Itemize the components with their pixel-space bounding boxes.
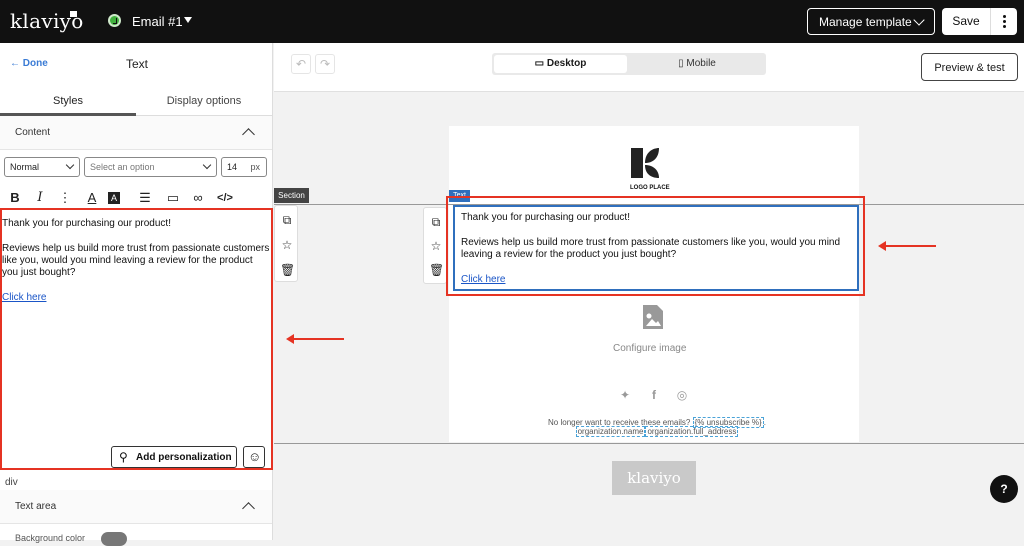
arrow-head-icon: [286, 334, 294, 344]
preview-test-button[interactable]: Preview & test: [921, 53, 1018, 81]
arrow-left-icon: ←: [10, 58, 20, 69]
desktop-label: Desktop: [546, 58, 587, 69]
mobile-view-button[interactable]: ▯ Mobile: [630, 55, 764, 73]
trash-icon[interactable]: 🗑: [429, 263, 444, 277]
text-editor[interactable]: Thank you for purchasing our product! Re…: [0, 208, 273, 470]
editor-link[interactable]: Click here: [2, 292, 46, 303]
monitor-icon: ▭: [534, 58, 547, 69]
duplicate-icon[interactable]: ⧉: [280, 213, 294, 227]
star-icon[interactable]: ☆: [280, 238, 294, 252]
manage-template-label: Manage template: [819, 15, 912, 29]
block-toolbar: ⧉ ☆ 🗑: [423, 207, 447, 284]
tab-display-options[interactable]: Display options: [136, 87, 272, 116]
paragraph-style-value: Normal: [10, 162, 40, 172]
facebook-icon[interactable]: f: [647, 388, 661, 402]
background-color-label: Background color: [15, 533, 86, 543]
bold-icon[interactable]: B: [6, 189, 24, 207]
link-icon[interactable]: ∞: [189, 189, 207, 207]
desktop-view-button[interactable]: ▭ Desktop: [494, 55, 627, 73]
element-path: div: [5, 477, 18, 488]
annotation-box: [446, 196, 865, 296]
person-icon: ⚲: [119, 450, 128, 464]
unsubscribe-period: .: [763, 418, 766, 427]
chevron-down-icon: [202, 160, 212, 170]
italic-icon[interactable]: I: [31, 189, 49, 207]
tab-styles[interactable]: Styles: [0, 87, 136, 116]
status-live-icon: [108, 14, 121, 27]
kebab-icon: [1003, 20, 1006, 23]
highlight-color-icon[interactable]: A: [108, 192, 120, 204]
image-icon[interactable]: ▭: [164, 189, 182, 207]
chevron-down-icon[interactable]: [184, 17, 192, 23]
font-family-select[interactable]: Select an option: [84, 157, 217, 177]
add-personalization-button[interactable]: ⚲ Add personalization: [111, 446, 237, 468]
font-size-input[interactable]: 14 px: [221, 157, 267, 177]
help-button[interactable]: ?: [990, 475, 1018, 503]
editor-line-2: Reviews help us build more trust from pa…: [2, 243, 270, 278]
org-name-tag[interactable]: organization.name: [575, 426, 646, 437]
redo-icon[interactable]: ↷: [315, 54, 335, 74]
mobile-label: Mobile: [686, 58, 716, 69]
paragraph-style-select[interactable]: Normal: [4, 157, 80, 177]
annotation-arrow: [878, 241, 936, 251]
instagram-icon[interactable]: ◎: [675, 388, 689, 402]
twitter-icon[interactable]: ✦: [618, 388, 632, 402]
arrow-head-icon: [878, 241, 886, 251]
annotation-arrow: [286, 334, 344, 344]
klaviyo-footer-badge: klaviyo: [612, 461, 696, 495]
undo-icon[interactable]: ↶: [291, 54, 311, 74]
org-address-tag[interactable]: organization.full_address: [645, 426, 739, 437]
editor-line-1: Thank you for purchasing our product!: [2, 218, 171, 229]
text-area-label: Text area: [15, 501, 57, 512]
section-tag: Section: [274, 188, 309, 203]
logo-placeholder-icon[interactable]: [629, 146, 677, 182]
email-name[interactable]: Email #1: [132, 14, 183, 29]
trash-icon[interactable]: 🗑: [280, 263, 295, 277]
add-personalization-label: Add personalization: [136, 452, 232, 463]
font-size-unit: px: [250, 162, 260, 172]
more-formatting-icon[interactable]: ⋮: [56, 189, 74, 207]
kebab-icon: [1003, 15, 1006, 18]
code-icon[interactable]: </>: [216, 189, 234, 207]
text-area-section-header[interactable]: Text area: [0, 490, 272, 524]
logo-flag-icon: [70, 11, 77, 17]
font-family-placeholder: Select an option: [90, 162, 155, 172]
manage-template-button[interactable]: Manage template: [807, 8, 935, 35]
section-divider-bottom: [274, 443, 1024, 444]
top-bar: klaviyo Email #1 Manage template Save: [0, 0, 1024, 43]
content-section-header[interactable]: Content: [0, 116, 272, 150]
done-button[interactable]: ← Done: [10, 58, 48, 69]
chevron-down-icon: [65, 160, 75, 170]
content-label: Content: [15, 127, 51, 138]
star-icon[interactable]: ☆: [429, 239, 443, 253]
kebab-icon: [1003, 25, 1006, 28]
font-size-value: 14: [227, 162, 238, 172]
done-label: Done: [22, 58, 48, 69]
more-options-button[interactable]: [990, 8, 1017, 35]
image-placeholder-icon[interactable]: [642, 304, 664, 330]
align-center-icon[interactable]: ☰: [136, 189, 154, 207]
background-color-toggle[interactable]: [101, 532, 127, 546]
save-button[interactable]: Save: [942, 8, 990, 35]
emoji-button[interactable]: ☺: [243, 446, 265, 468]
unsubscribe-footer: No longer want to receive these emails? …: [542, 417, 772, 437]
duplicate-icon[interactable]: ⧉: [429, 215, 443, 229]
smile-icon: ☺: [248, 449, 262, 464]
text-color-icon[interactable]: A: [83, 189, 101, 207]
logo-text: LOGO PLACE: [630, 185, 670, 191]
section-toolbar: ⧉ ☆ 🗑: [274, 205, 298, 282]
chevron-up-icon: [242, 502, 255, 515]
chevron-up-icon: [242, 128, 255, 141]
chevron-down-icon: [913, 14, 925, 26]
panel-title: Text: [126, 57, 149, 71]
configure-image-label[interactable]: Configure image: [613, 343, 686, 354]
